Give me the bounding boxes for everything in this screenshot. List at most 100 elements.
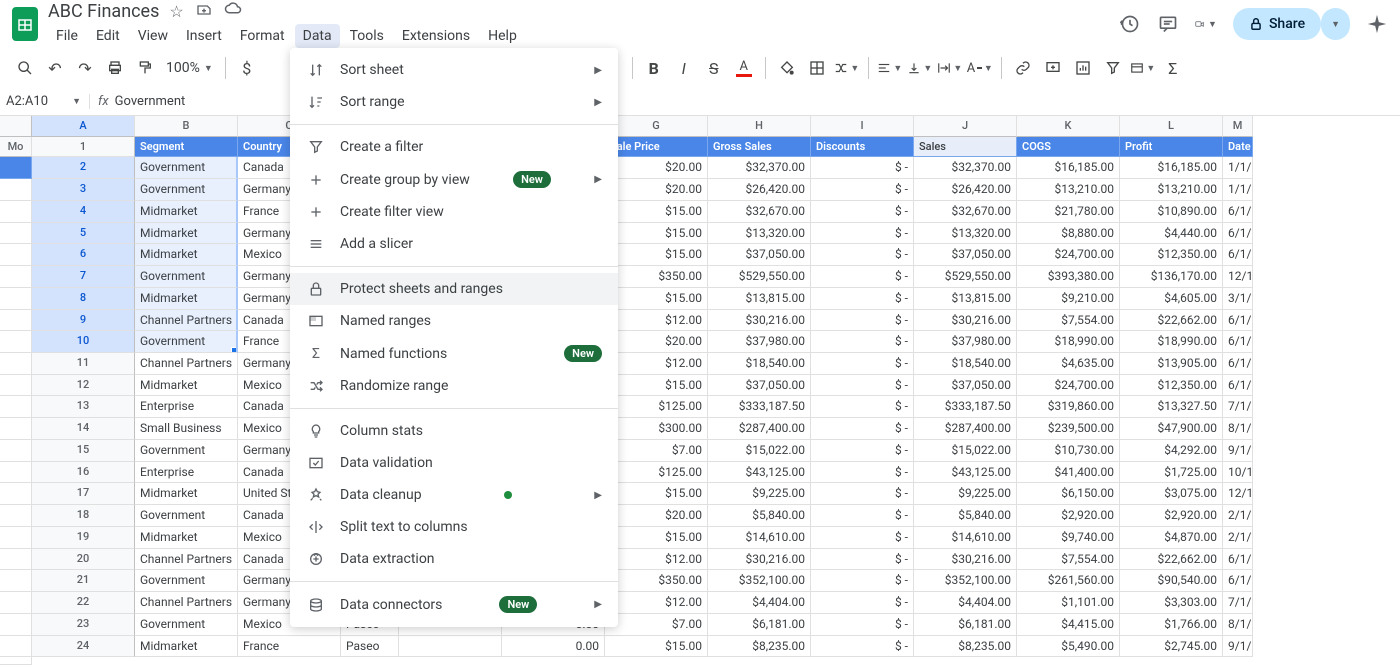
cell[interactable]: $239,500.00 — [1017, 418, 1120, 440]
cell[interactable]: $ - — [811, 549, 914, 571]
table-view-icon[interactable]: ▼ — [1130, 55, 1156, 81]
menu-item-column-stats[interactable]: Column stats — [290, 415, 618, 447]
cell[interactable] — [0, 288, 32, 310]
cell[interactable] — [0, 418, 32, 440]
row-header[interactable]: 22 — [32, 592, 135, 614]
cell[interactable] — [0, 462, 32, 484]
italic-icon[interactable]: I — [671, 55, 697, 81]
undo-icon[interactable]: ↶ — [42, 55, 68, 81]
cell[interactable] — [0, 527, 32, 549]
cell[interactable]: Government — [135, 570, 238, 592]
cell[interactable]: $13,327.50 — [1120, 396, 1223, 418]
cell[interactable]: $10,730.00 — [1017, 440, 1120, 462]
cell[interactable]: $2,920.00 — [1017, 505, 1120, 527]
cell[interactable]: 7/1/14 — [1223, 592, 1253, 614]
cell[interactable] — [0, 592, 32, 614]
cell[interactable]: 2/1/14 — [1223, 505, 1253, 527]
cell[interactable]: Midmarket — [135, 201, 238, 223]
star-icon[interactable]: ☆ — [169, 2, 183, 21]
cell[interactable]: $ - — [811, 223, 914, 245]
cell[interactable]: France — [238, 636, 341, 658]
col-header[interactable]: Mo — [0, 137, 32, 158]
cell[interactable]: $12.00 — [605, 549, 708, 571]
cell[interactable]: $ - — [811, 201, 914, 223]
cell[interactable]: $9,210.00 — [1017, 288, 1120, 310]
cell[interactable]: $30,216.00 — [914, 549, 1017, 571]
row-header[interactable]: 24 — [32, 636, 135, 658]
search-icon[interactable] — [12, 55, 38, 81]
row-header[interactable]: 21 — [32, 570, 135, 592]
cell[interactable]: $5,840.00 — [914, 505, 1017, 527]
cell[interactable]: $7,554.00 — [1017, 310, 1120, 332]
cell[interactable]: $26,420.00 — [914, 179, 1017, 201]
cell[interactable]: $7,554.00 — [1017, 549, 1120, 571]
row-header[interactable]: 6 — [32, 244, 135, 266]
insert-comment-icon[interactable] — [1040, 55, 1066, 81]
cell[interactable]: Channel Partners — [135, 353, 238, 375]
row-header[interactable]: 5 — [32, 223, 135, 245]
cell[interactable]: $18,990.00 — [1120, 331, 1223, 353]
gemini-icon[interactable] — [1366, 13, 1388, 35]
cell[interactable]: $4,440.00 — [1120, 223, 1223, 245]
cell[interactable]: Midmarket — [135, 375, 238, 397]
cell[interactable]: $ - — [811, 375, 914, 397]
strike-icon[interactable]: S — [701, 55, 727, 81]
cell[interactable]: $529,550.00 — [914, 266, 1017, 288]
cell[interactable]: $90,540.00 — [1120, 570, 1223, 592]
row-header[interactable]: 4 — [32, 201, 135, 223]
cloud-icon[interactable] — [224, 2, 242, 21]
row-header[interactable]: 2 — [32, 157, 135, 179]
cell[interactable]: $333,187.50 — [914, 396, 1017, 418]
cell[interactable]: $14,610.00 — [914, 527, 1017, 549]
cell[interactable]: $333,187.50 — [708, 396, 811, 418]
cell[interactable]: $261,560.00 — [1017, 570, 1120, 592]
cell[interactable]: $529,550.00 — [708, 266, 811, 288]
menu-extensions[interactable]: Extensions — [394, 24, 478, 48]
move-icon[interactable] — [196, 2, 212, 21]
valign-icon[interactable]: ▼ — [907, 55, 933, 81]
col-header[interactable]: H — [708, 116, 811, 137]
menu-view[interactable]: View — [130, 24, 176, 48]
meet-icon[interactable]: ▼ — [1195, 13, 1217, 35]
cell[interactable]: $20.00 — [605, 179, 708, 201]
filter-icon[interactable] — [1100, 55, 1126, 81]
cell[interactable]: $32,670.00 — [708, 201, 811, 223]
cell[interactable]: Enterprise — [135, 462, 238, 484]
menu-item-named-ranges[interactable]: Named ranges — [290, 305, 618, 337]
cell[interactable]: Midmarket — [135, 527, 238, 549]
cell[interactable]: $7.00 — [605, 614, 708, 636]
cell[interactable]: $ - — [811, 462, 914, 484]
cell[interactable] — [0, 614, 32, 636]
cell[interactable]: 7/1/14 — [1223, 396, 1253, 418]
cell[interactable]: $9,225.00 — [914, 483, 1017, 505]
row-header[interactable]: 11 — [32, 353, 135, 375]
row-header[interactable]: 23 — [32, 614, 135, 636]
row-header[interactable]: 15 — [32, 440, 135, 462]
cell[interactable]: 6/1/14 — [1223, 310, 1253, 332]
cell[interactable]: $30,216.00 — [914, 310, 1017, 332]
rotate-icon[interactable]: A▼ — [967, 55, 993, 81]
cell[interactable]: $ - — [811, 288, 914, 310]
cell[interactable]: $4,635.00 — [1017, 353, 1120, 375]
cell[interactable]: $ - — [811, 157, 914, 179]
cell[interactable]: 2/1/14 — [1223, 527, 1253, 549]
cell[interactable]: Government — [135, 266, 238, 288]
cell[interactable]: $37,050.00 — [708, 244, 811, 266]
link-icon[interactable] — [1010, 55, 1036, 81]
cell[interactable]: $ - — [811, 636, 914, 658]
cell[interactable] — [0, 331, 32, 353]
cell[interactable]: $ - — [811, 244, 914, 266]
cell[interactable]: $ - — [811, 483, 914, 505]
cell[interactable]: $15.00 — [605, 201, 708, 223]
cell[interactable]: $15,022.00 — [708, 440, 811, 462]
menu-item-split-text-to-columns[interactable]: Split text to columns — [290, 511, 618, 543]
col-header[interactable]: I — [811, 116, 914, 137]
menu-insert[interactable]: Insert — [178, 24, 230, 48]
cell[interactable]: $4,404.00 — [914, 592, 1017, 614]
halign-icon[interactable]: ▼ — [877, 55, 903, 81]
cell[interactable]: $20.00 — [605, 157, 708, 179]
cell[interactable]: $32,370.00 — [914, 157, 1017, 179]
cell[interactable]: $12,350.00 — [1120, 244, 1223, 266]
cell[interactable]: $8,235.00 — [708, 636, 811, 658]
cell[interactable]: $1,766.00 — [1120, 614, 1223, 636]
